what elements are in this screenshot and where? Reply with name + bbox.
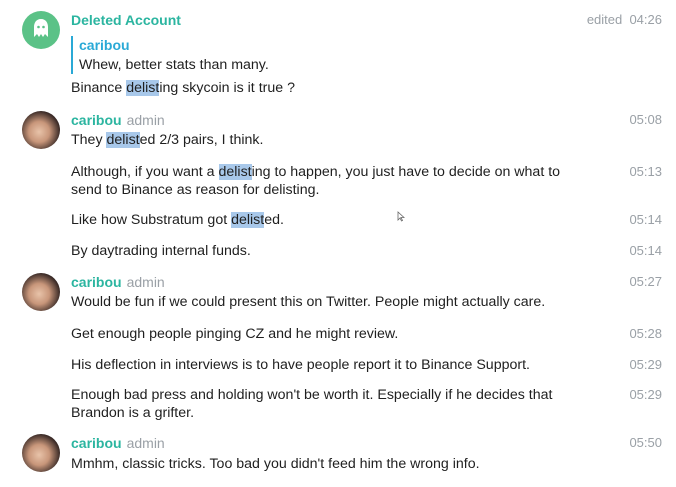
avatar[interactable]	[22, 434, 60, 472]
author-name[interactable]: caribou admin	[71, 112, 165, 128]
message-timestamp: 05:13	[629, 164, 662, 179]
quote-text: Whew, better stats than many.	[79, 57, 269, 73]
message-text: Would be fun if we could present this on…	[71, 294, 546, 310]
message-text: Although, if you want a delisting to hap…	[71, 164, 561, 198]
message-text: Get enough people pinging CZ and he migh…	[71, 326, 399, 342]
search-highlight: delist	[126, 80, 160, 96]
message-timestamp: 05:28	[629, 326, 662, 341]
author-name[interactable]: caribou admin	[71, 274, 165, 290]
avatar[interactable]	[22, 11, 60, 49]
message-timestamp: 05:14	[629, 243, 662, 258]
message-text: By daytrading internal funds.	[71, 243, 251, 259]
message-timestamp: 05:29	[629, 357, 662, 372]
author-name[interactable]: caribou admin	[71, 435, 165, 451]
message-text: Enough bad press and holding won't be wo…	[71, 387, 553, 421]
message-text: His deflection in interviews is to have …	[71, 357, 530, 373]
message-timestamp: 05:27	[629, 274, 662, 289]
admin-badge: admin	[126, 274, 165, 290]
message-timestamp: 05:08	[629, 112, 662, 127]
message-text: Mmhm, classic tricks. Too bad you didn't…	[71, 456, 480, 472]
message-timestamp: 05:14	[629, 212, 662, 227]
admin-badge: admin	[126, 112, 165, 128]
message-timestamp: 05:50	[629, 435, 662, 450]
avatar[interactable]	[22, 273, 60, 311]
message-text: Binance delisting skycoin is it true ?	[71, 80, 295, 96]
mouse-cursor-icon	[397, 209, 406, 222]
message-timestamp: edited 04:26	[586, 12, 662, 27]
ghost-icon	[32, 18, 50, 43]
quote-author: caribou	[79, 37, 130, 53]
admin-badge: admin	[126, 435, 165, 451]
author-name[interactable]: Deleted Account	[71, 12, 181, 28]
chat-message-list[interactable]: Deleted Account edited 04:26 caribou Whe…	[0, 0, 676, 487]
search-highlight: delist	[231, 212, 265, 228]
reply-quote[interactable]: caribou Whew, better stats than many.	[71, 36, 269, 74]
avatar[interactable]	[22, 111, 60, 149]
message-text: Like how Substratum got delisted.	[71, 212, 284, 228]
message-text: They delisted 2/3 pairs, I think.	[71, 132, 264, 148]
search-highlight: delist	[106, 132, 140, 148]
message-timestamp: 05:29	[629, 387, 662, 402]
search-highlight: delist	[218, 164, 252, 180]
